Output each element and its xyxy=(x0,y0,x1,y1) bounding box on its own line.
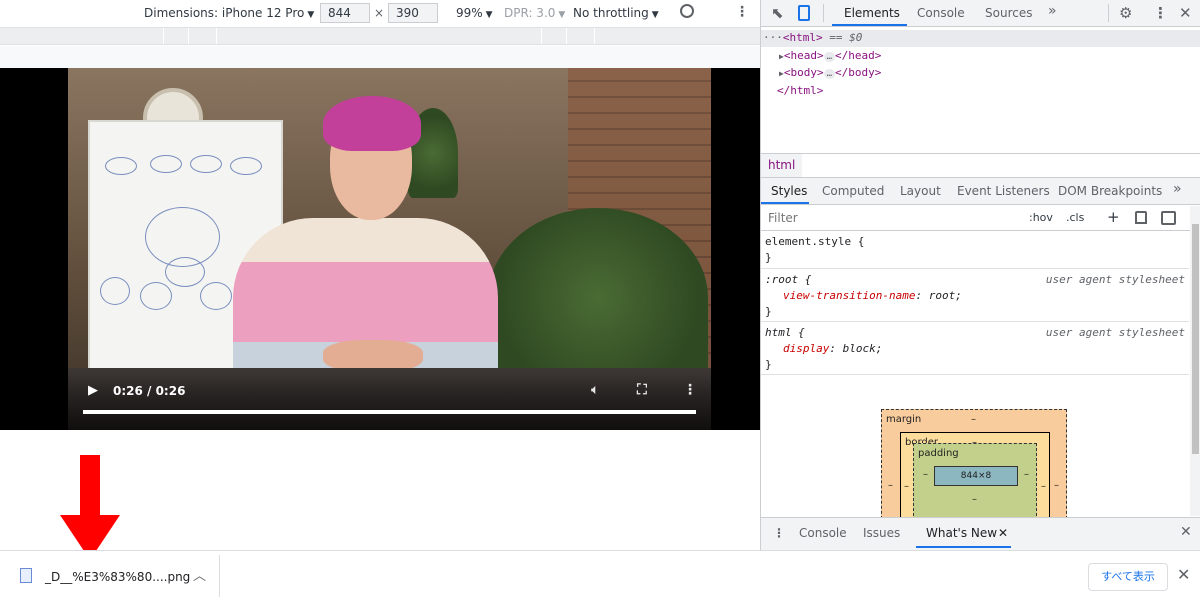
gear-icon[interactable]: ⚙ xyxy=(1119,4,1132,22)
video-progress-fill xyxy=(83,410,696,414)
ruler-segment[interactable] xyxy=(217,28,542,44)
box-model-padding[interactable]: padding – – – 844×8 xyxy=(913,443,1037,521)
active-tab-indicator xyxy=(916,546,1011,548)
fullscreen-icon[interactable]: ⛶ xyxy=(637,382,647,398)
collapsed-ellipsis[interactable]: … xyxy=(823,69,835,79)
tab-styles[interactable]: Styles xyxy=(771,184,807,198)
more-options-icon[interactable]: ⋮ xyxy=(735,4,749,20)
tab-elements[interactable]: Elements xyxy=(844,6,900,20)
source-label: user agent stylesheet xyxy=(1045,326,1185,339)
drawer-tabbar: ⋮ Console Issues What's New ✕ ✕ xyxy=(761,517,1200,550)
fern-plant xyxy=(488,208,708,388)
more-options-icon[interactable]: ⋮ xyxy=(1153,4,1168,22)
divider xyxy=(219,555,220,597)
person-hair xyxy=(323,96,421,151)
tab-layout[interactable]: Layout xyxy=(900,184,941,198)
play-icon[interactable]: ▶ xyxy=(88,383,98,398)
more-tabs-icon[interactable]: » xyxy=(1173,181,1182,197)
styles-filter-input[interactable] xyxy=(764,208,1019,228)
new-style-rule-icon[interactable]: + xyxy=(1107,208,1120,226)
tab-computed[interactable]: Computed xyxy=(822,184,884,198)
box-model-border[interactable]: border – – – padding – – – 844×8 xyxy=(900,432,1050,521)
close-drawer-icon[interactable]: ✕ xyxy=(1180,524,1192,540)
elements-tree: ···<html> == $0 ▶<head>… </head> ▶<body>…… xyxy=(761,28,1200,150)
drawer-tab-issues[interactable]: Issues xyxy=(863,526,900,540)
chevron-up-icon[interactable]: ︿ xyxy=(193,565,206,584)
hov-toggle[interactable]: :hov xyxy=(1029,211,1053,224)
box-model-margin[interactable]: margin – – – border – – – padding – – – … xyxy=(881,409,1067,521)
drawer-tab-console[interactable]: Console xyxy=(799,526,847,540)
close-tab-icon[interactable]: ✕ xyxy=(998,526,1008,540)
height-input[interactable]: 390 xyxy=(388,3,438,23)
breadcrumb: html xyxy=(761,153,1200,178)
ruler-segment[interactable] xyxy=(189,28,217,44)
css-declaration[interactable]: display: block; xyxy=(783,342,882,355)
width-input[interactable]: 844 xyxy=(320,3,370,23)
tree-node-head[interactable]: ▶<head>… </head> xyxy=(779,49,881,62)
active-tab-indicator xyxy=(761,202,809,204)
video-player[interactable]: ▶ 0:26 / 0:26 🔈︎ ⛶ ⋮ xyxy=(68,68,711,430)
throttling-select[interactable]: No throttling ▼ xyxy=(573,6,659,20)
download-bar: _D__%E3%83%80....png ︿ すべて表示 ✕ xyxy=(0,550,1200,600)
filter-bar: :hov .cls + xyxy=(761,206,1200,231)
rule-element-style[interactable]: element.style { } xyxy=(761,231,1189,269)
more-tabs-icon[interactable]: » xyxy=(1048,3,1057,19)
device-toolbar: Dimensions: iPhone 12 Pro ▼ 844 × 390 99%… xyxy=(0,0,760,27)
styles-scrollbar[interactable] xyxy=(1190,206,1200,516)
tree-node-html[interactable]: ···<html> == $0 xyxy=(763,31,862,44)
ruler-segment[interactable] xyxy=(0,28,164,44)
inspect-element-icon[interactable]: ⬉ xyxy=(771,4,784,22)
close-icon[interactable]: ✕ xyxy=(1179,4,1192,22)
drawer-menu-icon[interactable]: ⋮ xyxy=(773,526,785,540)
styles-tabbar: Styles Computed Layout Event Listeners D… xyxy=(761,178,1200,205)
drawer-tab-whats-new[interactable]: What's New xyxy=(926,526,997,540)
dimension-times: × xyxy=(374,6,385,20)
ruler-segment[interactable] xyxy=(542,28,567,44)
device-toggle-icon[interactable] xyxy=(798,5,810,21)
paint-brush-icon[interactable] xyxy=(1135,211,1147,224)
video-time: 0:26 / 0:26 xyxy=(113,384,186,398)
image-file-icon xyxy=(20,568,32,583)
toggle-sidebar-icon[interactable] xyxy=(1161,211,1176,225)
source-label: user agent stylesheet xyxy=(1045,273,1185,286)
active-tab-indicator xyxy=(832,24,907,26)
styles-pane: element.style { } :root { user agent sty… xyxy=(761,231,1189,521)
video-progress-bar[interactable] xyxy=(83,410,696,414)
volume-icon[interactable]: 🔈︎ xyxy=(591,382,599,398)
tab-dom-breakpoints[interactable]: DOM Breakpoints xyxy=(1058,184,1162,198)
collapsed-ellipsis[interactable]: … xyxy=(823,52,835,62)
tab-sources[interactable]: Sources xyxy=(985,6,1032,20)
page-black-area: ▶ 0:26 / 0:26 🔈︎ ⛶ ⋮ xyxy=(0,68,760,430)
tab-event-listeners[interactable]: Event Listeners xyxy=(957,184,1050,198)
red-arrow-annotation xyxy=(60,455,120,560)
rotate-icon[interactable] xyxy=(680,4,694,18)
show-all-button[interactable]: すべて表示 xyxy=(1088,563,1168,591)
cls-toggle[interactable]: .cls xyxy=(1066,211,1084,224)
css-declaration[interactable]: view-transition-name: root; xyxy=(783,289,962,302)
media-query-ruler[interactable] xyxy=(0,27,760,45)
devtools-tabbar: ⬉ Elements Console Sources » ⚙ ⋮ ✕ xyxy=(761,0,1200,27)
video-controls: ▶ 0:26 / 0:26 🔈︎ ⛶ ⋮ xyxy=(68,372,711,430)
box-model-content[interactable]: 844×8 xyxy=(934,466,1018,486)
zoom-select[interactable]: 99% ▼ xyxy=(456,6,493,20)
box-model-diagram: margin – – – border – – – padding – – – … xyxy=(881,409,1067,521)
close-icon[interactable]: ✕ xyxy=(1177,565,1190,584)
dpr-select[interactable]: DPR: 3.0 ▼ xyxy=(504,6,565,20)
rule-html[interactable]: html { user agent stylesheet display: bl… xyxy=(761,322,1189,375)
ruler-segment[interactable] xyxy=(164,28,189,44)
tab-console[interactable]: Console xyxy=(917,6,965,20)
ruler-segment[interactable] xyxy=(567,28,595,44)
devtools-panel: ⬉ Elements Console Sources » ⚙ ⋮ ✕ ···<h… xyxy=(760,0,1200,550)
scrollbar-thumb[interactable] xyxy=(1192,224,1199,454)
breadcrumb-html[interactable]: html xyxy=(761,154,803,177)
tree-node-html-close[interactable]: </html> xyxy=(777,84,823,97)
device-select[interactable]: Dimensions: iPhone 12 Pro ▼ xyxy=(144,6,314,20)
more-icon[interactable]: ⋮ xyxy=(683,382,697,398)
rule-root[interactable]: :root { user agent stylesheet view-trans… xyxy=(761,269,1189,322)
download-item[interactable]: _D__%E3%83%80....png xyxy=(45,570,190,584)
tree-node-body[interactable]: ▶<body>… </body> xyxy=(779,66,881,79)
